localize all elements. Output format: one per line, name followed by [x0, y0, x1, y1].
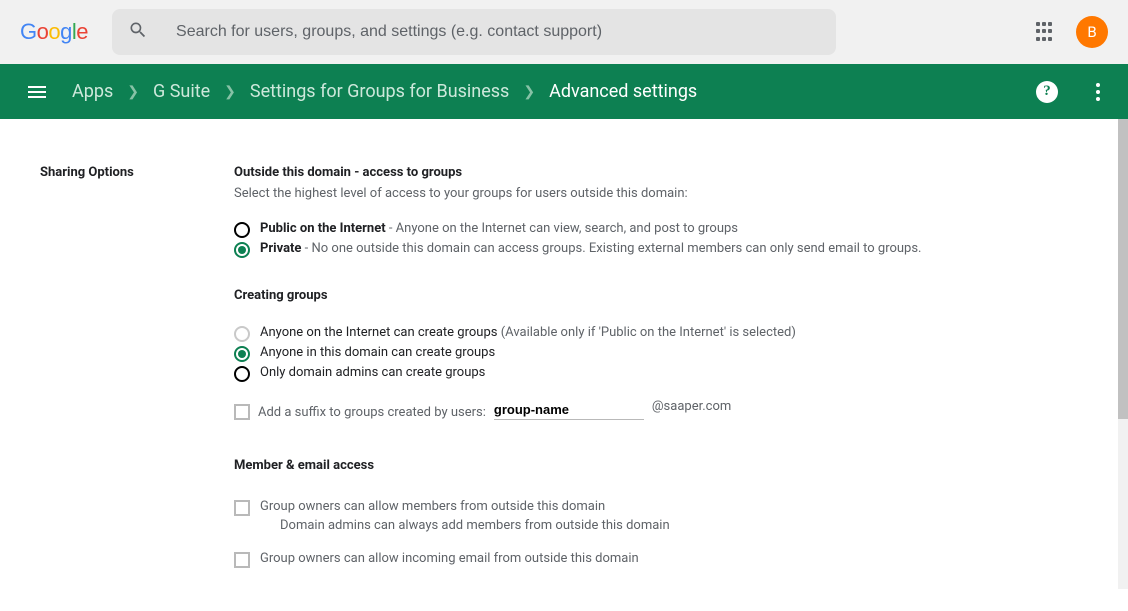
- radio-private[interactable]: [234, 242, 250, 258]
- suffix-domain: @saaper.com: [652, 399, 731, 414]
- search-bar[interactable]: [112, 9, 836, 55]
- radio-anyone-domain-create[interactable]: [234, 346, 250, 362]
- member-email-section-title: Member & email access: [234, 458, 1088, 473]
- radio-public-internet[interactable]: [234, 222, 250, 238]
- help-icon[interactable]: ?: [1036, 81, 1058, 103]
- search-input[interactable]: [174, 22, 820, 42]
- suffix-checkbox-label[interactable]: Add a suffix to groups created by users:: [258, 405, 486, 420]
- google-logo[interactable]: Google: [20, 19, 88, 45]
- radio-anyone-internet-create-label: Anyone on the Internet can create groups…: [260, 325, 796, 340]
- menu-icon[interactable]: [28, 86, 46, 98]
- chevron-right-icon: ❯: [523, 84, 535, 100]
- crumb-gsuite[interactable]: G Suite: [153, 81, 210, 102]
- radio-private-label[interactable]: Private - No one outside this domain can…: [260, 241, 922, 256]
- search-icon: [128, 20, 148, 44]
- radio-only-admins-create[interactable]: [234, 366, 250, 382]
- crumb-apps[interactable]: Apps: [72, 81, 113, 102]
- radio-public-internet-label[interactable]: Public on the Internet - Anyone on the I…: [260, 221, 738, 236]
- checkbox-allow-outside-email[interactable]: [234, 552, 250, 568]
- account-avatar[interactable]: B: [1076, 16, 1108, 48]
- checkbox-allow-outside-members[interactable]: [234, 500, 250, 516]
- checkbox-allow-outside-email-label[interactable]: Group owners can allow incoming email fr…: [260, 551, 639, 566]
- apps-grid-icon[interactable]: [1036, 22, 1056, 42]
- crumb-current: Advanced settings: [549, 81, 697, 102]
- breadcrumb-bar: Apps ❯ G Suite ❯ Settings for Groups for…: [0, 64, 1128, 119]
- suffix-input[interactable]: [494, 402, 644, 420]
- section-nav-heading: Sharing Options: [40, 165, 234, 180]
- breadcrumb: Apps ❯ G Suite ❯ Settings for Groups for…: [72, 81, 697, 102]
- app-header: Google B: [0, 0, 1128, 64]
- checkbox-add-suffix[interactable]: [234, 404, 250, 420]
- access-section-title: Outside this domain - access to groups: [234, 165, 1088, 180]
- crumb-settings[interactable]: Settings for Groups for Business: [250, 81, 509, 102]
- creating-section-title: Creating groups: [234, 288, 1088, 303]
- access-section-subtitle: Select the highest level of access to yo…: [234, 186, 1088, 201]
- checkbox-allow-outside-members-label[interactable]: Group owners can allow members from outs…: [260, 499, 670, 514]
- chevron-right-icon: ❯: [224, 84, 236, 100]
- more-options-icon[interactable]: [1096, 83, 1100, 101]
- radio-anyone-domain-create-label[interactable]: Anyone in this domain can create groups: [260, 345, 495, 360]
- radio-anyone-internet-create: [234, 326, 250, 342]
- radio-only-admins-create-label[interactable]: Only domain admins can create groups: [260, 365, 485, 380]
- checkbox-allow-outside-members-sublabel: Domain admins can always add members fro…: [280, 518, 670, 533]
- chevron-right-icon: ❯: [127, 84, 139, 100]
- scrollbar[interactable]: [1118, 119, 1128, 589]
